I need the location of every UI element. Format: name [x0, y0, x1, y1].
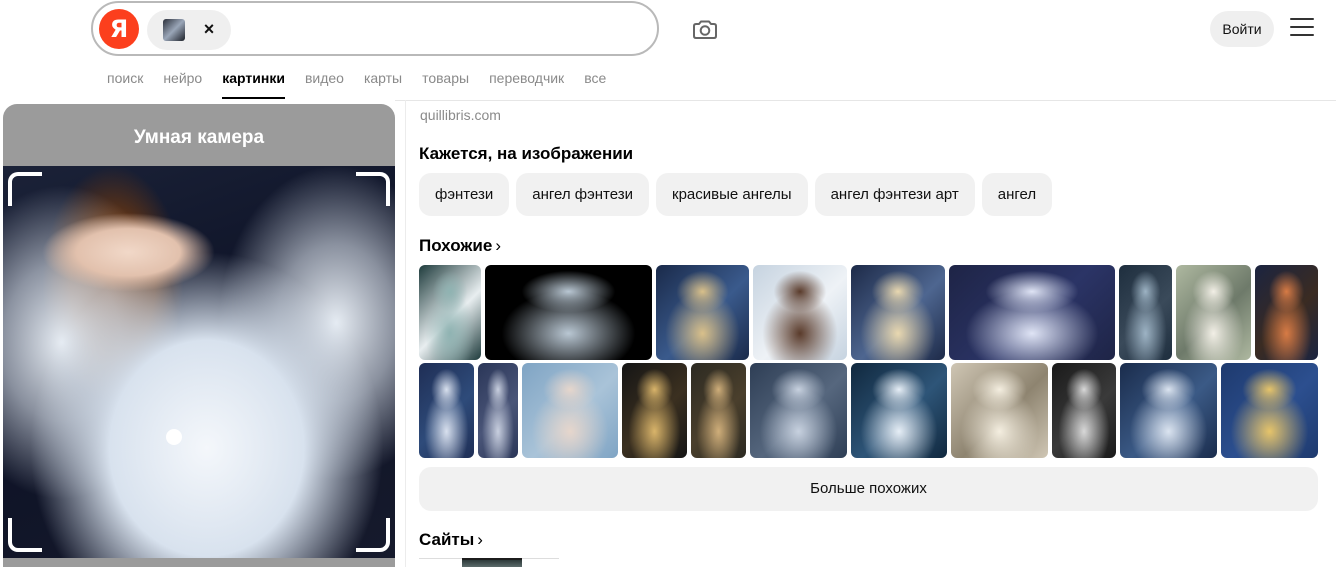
- tag-chip[interactable]: ангел: [981, 173, 1053, 216]
- query-image[interactable]: [3, 166, 395, 558]
- similar-image[interactable]: [851, 265, 945, 360]
- similar-image[interactable]: [622, 363, 687, 458]
- tab-1[interactable]: нейро: [163, 70, 202, 98]
- similar-image[interactable]: [485, 265, 652, 360]
- similar-image[interactable]: [656, 265, 749, 360]
- menu-icon[interactable]: [1290, 18, 1314, 38]
- similar-image[interactable]: [851, 363, 947, 458]
- crop-corner-top-right[interactable]: [356, 172, 390, 206]
- detected-objects-title: Кажется, на изображении: [419, 144, 634, 163]
- similar-image[interactable]: [1176, 265, 1251, 360]
- login-button[interactable]: Войти: [1210, 11, 1274, 47]
- similar-image[interactable]: [1052, 363, 1116, 458]
- similar-image[interactable]: [1120, 363, 1217, 458]
- tab-6[interactable]: переводчик: [489, 70, 564, 98]
- crop-corner-top-left[interactable]: [8, 172, 42, 206]
- similar-image[interactable]: [951, 363, 1048, 458]
- chevron-right-icon: ›: [495, 236, 502, 255]
- similar-image[interactable]: [691, 363, 746, 458]
- similar-image[interactable]: [1255, 265, 1318, 360]
- source-domain[interactable]: quillibris.com: [420, 107, 501, 123]
- tab-0[interactable]: поиск: [107, 70, 143, 98]
- tag-chip[interactable]: красивые ангелы: [656, 173, 808, 216]
- similar-image[interactable]: [478, 363, 518, 458]
- similar-image[interactable]: [419, 265, 481, 360]
- search-bar[interactable]: Я ×: [91, 1, 659, 56]
- tab-2[interactable]: картинки: [222, 70, 285, 99]
- similar-image[interactable]: [1221, 363, 1318, 458]
- similar-row-2: [419, 363, 1318, 458]
- tag-chip[interactable]: ангел фэнтези: [516, 173, 650, 216]
- header-divider: [395, 100, 1336, 101]
- close-icon[interactable]: ×: [199, 17, 219, 41]
- similar-image[interactable]: [419, 363, 474, 458]
- smart-camera-panel: Умная камера: [3, 104, 395, 567]
- object-hotspot[interactable]: [166, 429, 182, 445]
- query-image-chip[interactable]: ×: [147, 10, 231, 50]
- smart-camera-title: Умная камера: [133, 127, 265, 148]
- tab-7[interactable]: все: [584, 70, 606, 98]
- more-similar-button[interactable]: Больше похожих: [419, 467, 1318, 511]
- tag-chip[interactable]: ангел фэнтези арт: [814, 173, 975, 216]
- similar-image[interactable]: [1119, 265, 1172, 360]
- similar-title-label: Похожие: [419, 236, 493, 255]
- site-thumbnail[interactable]: [462, 558, 522, 567]
- similar-image[interactable]: [750, 363, 847, 458]
- yandex-logo[interactable]: Я: [99, 9, 139, 49]
- camera-search-icon[interactable]: [690, 14, 720, 44]
- similar-image[interactable]: [522, 363, 618, 458]
- similar-image[interactable]: [949, 265, 1115, 360]
- query-image-thumbnail: [163, 19, 185, 41]
- similar-title[interactable]: Похожие ›: [419, 236, 501, 256]
- sites-title-label: Сайты: [419, 530, 475, 549]
- detected-tags: фэнтези ангел фэнтези красивые ангелы ангел…: [419, 173, 1053, 216]
- tab-4[interactable]: карты: [364, 70, 402, 98]
- crop-corner-bottom-right[interactable]: [356, 518, 390, 552]
- tag-chip[interactable]: фэнтези: [419, 173, 510, 216]
- chevron-right-icon: ›: [477, 530, 483, 549]
- sites-title[interactable]: Сайты ›: [419, 530, 483, 550]
- service-tabs: поиск нейро картинки видео карты товары перево…: [107, 70, 606, 99]
- similar-image[interactable]: [753, 265, 847, 360]
- tab-3[interactable]: видео: [305, 70, 344, 98]
- tab-5[interactable]: товары: [422, 70, 469, 98]
- similar-row-1: [419, 265, 1318, 360]
- panel-divider: [405, 100, 406, 567]
- crop-corner-bottom-left[interactable]: [8, 518, 42, 552]
- site-thumbnails: [419, 558, 559, 567]
